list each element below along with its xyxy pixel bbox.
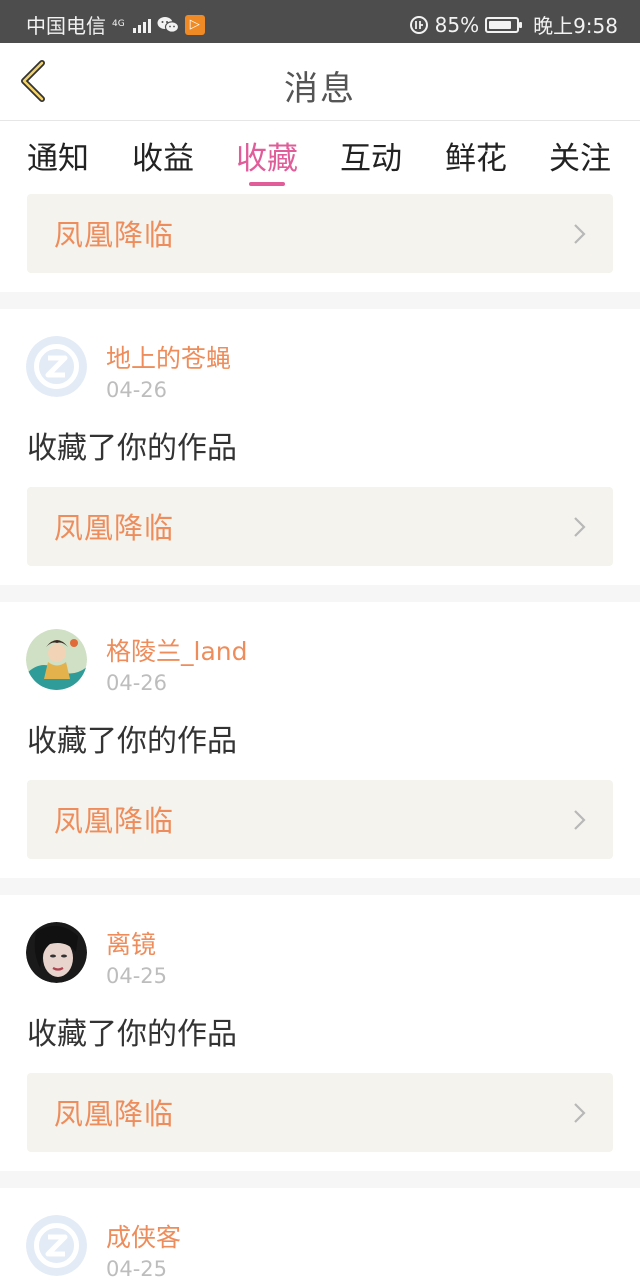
tab-flowers[interactable]: 鲜花 <box>424 133 528 189</box>
data-saver-icon <box>409 15 428 34</box>
tab-label: 互动 <box>340 141 402 177</box>
action-text: 收藏了你的作品 <box>27 431 237 466</box>
work-link[interactable]: 凤凰降临 <box>27 1073 613 1152</box>
tab-label: 通知 <box>27 141 89 177</box>
divider <box>0 878 640 895</box>
tab-label: 收益 <box>132 141 194 177</box>
avatar[interactable] <box>26 629 87 690</box>
status-left: 中国电信 4G ▷ <box>26 10 205 39</box>
date: 04-25 <box>106 1257 168 1280</box>
date: 04-26 <box>106 378 168 402</box>
favorites-feed[interactable]: 凤凰降临 地上的苍蝇 04-26 收藏了你的作品 凤凰降临 格陵兰_land 0… <box>0 191 640 1280</box>
avatar[interactable] <box>26 922 87 983</box>
signal-icon <box>132 17 151 33</box>
username[interactable]: 格陵兰_land <box>106 632 247 668</box>
work-title: 凤凰降临 <box>54 804 175 838</box>
work-title: 凤凰降临 <box>54 1097 175 1131</box>
list-item: 格陵兰_land 04-26 收藏了你的作品 凤凰降临 <box>0 602 640 878</box>
illustrated-avatar-icon <box>26 629 87 690</box>
tab-label: 关注 <box>549 141 611 177</box>
work-link[interactable]: 凤凰降临 <box>27 780 613 859</box>
list-item: 成侠客 04-25 <box>0 1188 640 1280</box>
list-item: 离镜 04-25 收藏了你的作品 凤凰降临 <box>0 895 640 1171</box>
tab-earnings[interactable]: 收益 <box>111 133 215 189</box>
action-text: 收藏了你的作品 <box>27 724 237 759</box>
action-text: 收藏了你的作品 <box>27 1017 237 1052</box>
divider <box>0 1171 640 1188</box>
avatar[interactable] <box>26 336 87 397</box>
tab-favorites[interactable]: 收藏 <box>215 133 319 189</box>
tab-interactions[interactable]: 互动 <box>319 133 423 189</box>
app-header: 消息 <box>0 43 640 121</box>
carrier-name: 中国电信 <box>26 14 106 38</box>
tab-following[interactable]: 关注 <box>528 133 632 189</box>
status-bar: 中国电信 4G ▷ 85% 晚上9:58 <box>0 0 640 43</box>
chevron-right-icon <box>574 517 586 537</box>
tab-label: 鲜花 <box>445 141 507 177</box>
chevron-right-icon <box>574 810 586 830</box>
list-item: 地上的苍蝇 04-26 收藏了你的作品 凤凰降临 <box>0 309 640 585</box>
photo-avatar-icon <box>26 922 87 983</box>
tab-bar: 通知 收益 收藏 互动 鲜花 关注 <box>0 121 640 191</box>
date: 04-26 <box>106 671 168 695</box>
divider <box>0 292 640 309</box>
work-title: 凤凰降临 <box>54 511 175 545</box>
app-notification-icon: ▷ <box>184 14 205 35</box>
divider <box>0 585 640 602</box>
work-link[interactable]: 凤凰降临 <box>27 487 613 566</box>
work-link[interactable]: 凤凰降临 <box>27 194 613 273</box>
page-title: 消息 <box>284 69 356 109</box>
clock: 晚上9:58 <box>533 14 618 38</box>
chevron-right-icon <box>574 1103 586 1123</box>
date: 04-25 <box>106 964 168 988</box>
work-title: 凤凰降临 <box>54 218 175 252</box>
username[interactable]: 成侠客 <box>106 1218 181 1254</box>
network-type: 4G <box>112 19 125 29</box>
default-avatar-icon <box>26 1215 87 1276</box>
chevron-right-icon <box>574 224 586 244</box>
avatar[interactable] <box>26 1215 87 1276</box>
list-item: 凤凰降临 <box>0 191 640 292</box>
wechat-icon <box>157 16 179 33</box>
default-avatar-icon <box>26 336 87 397</box>
battery-percent: 85% <box>434 12 480 37</box>
username[interactable]: 地上的苍蝇 <box>106 339 231 375</box>
tab-label: 收藏 <box>236 141 298 177</box>
battery-icon <box>485 16 523 33</box>
status-right: 85% 晚上9:58 <box>409 10 618 39</box>
active-tab-indicator <box>249 182 285 186</box>
tab-notice[interactable]: 通知 <box>6 133 110 189</box>
username[interactable]: 离镜 <box>106 925 156 961</box>
